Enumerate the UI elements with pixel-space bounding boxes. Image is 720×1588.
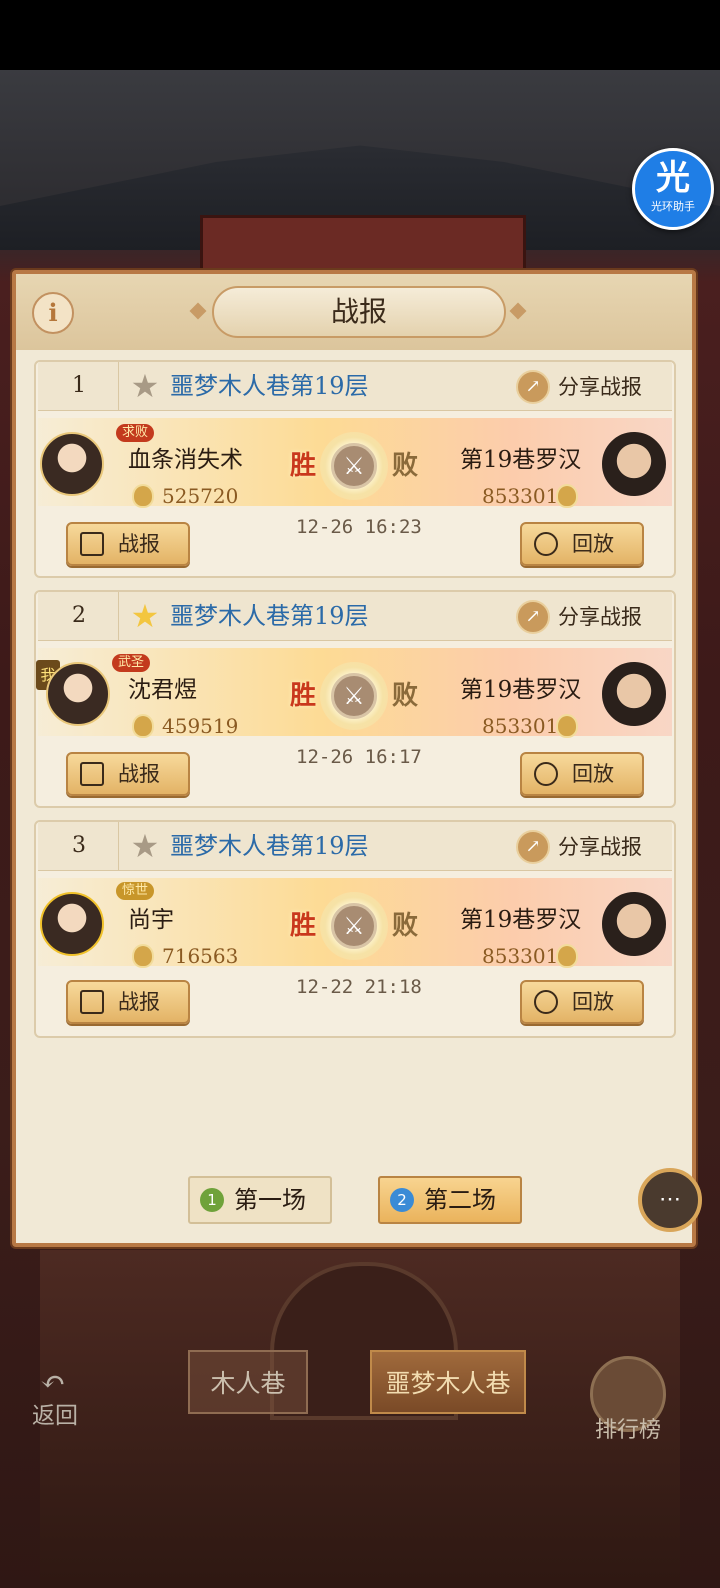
player-power: 716563 [162, 944, 239, 968]
player-avatar[interactable] [40, 892, 104, 956]
crossed-swords-icon: ⚔ [331, 443, 377, 489]
player-avatar[interactable] [46, 662, 110, 726]
status-bar [0, 0, 720, 70]
play-icon [534, 532, 558, 556]
opponent-power: 853301 [482, 944, 559, 968]
round-2-label: 第二场 [424, 1186, 496, 1214]
lose-label: 败 [392, 911, 419, 941]
round-1-label: 第一场 [234, 1186, 306, 1214]
player-name: 血条消失术 [128, 447, 243, 473]
win-label: 胜 [290, 681, 317, 711]
opponent-name: 第19巷罗汉 [460, 447, 582, 473]
star-icon[interactable]: ★ [128, 592, 162, 640]
player-title-badge: 求败 [116, 424, 155, 442]
power-icon [132, 944, 154, 968]
list-icon [80, 762, 104, 786]
share-icon[interactable]: ↗ [516, 830, 550, 864]
win-label: 胜 [290, 451, 317, 481]
helper-app-badge[interactable]: 光 光环助手 [632, 148, 714, 230]
replay-label: 回放 [572, 762, 614, 786]
leaderboard-button[interactable]: 排行榜 [586, 1414, 670, 1448]
player-title-badge: 惊世 [116, 882, 155, 900]
share-icon[interactable]: ↗ [516, 600, 550, 634]
star-icon[interactable]: ★ [128, 362, 162, 410]
round-2-number: 2 [390, 1188, 414, 1212]
list-icon [80, 532, 104, 556]
stage-title: 噩梦木人巷第19层 [170, 372, 369, 400]
player-name: 沈君煜 [128, 677, 197, 703]
lose-label: 败 [392, 451, 419, 481]
tab-muren-lane[interactable]: 木人巷 [188, 1350, 308, 1414]
view-report-label: 战报 [118, 990, 160, 1014]
lose-label: 败 [392, 681, 419, 711]
stage-title: 噩梦木人巷第19层 [170, 602, 369, 630]
player-power: 525720 [162, 484, 239, 508]
back-arrow-icon[interactable]: ↶ [28, 1368, 78, 1398]
tab-nightmare-muren-lane[interactable]: 噩梦木人巷 [370, 1350, 526, 1414]
round-1-number: 1 [200, 1188, 224, 1212]
player-name: 尚宇 [128, 907, 174, 933]
player-avatar[interactable] [40, 432, 104, 496]
battle-time: 12-26 16:23 [296, 516, 422, 538]
play-icon [534, 762, 558, 786]
report-index: 2 [40, 592, 119, 640]
player-power: 459519 [162, 714, 239, 738]
page-title: 战报 [212, 286, 506, 338]
player-title-badge: 武圣 [112, 654, 151, 672]
replay-label: 回放 [572, 532, 614, 556]
replay-label: 回放 [572, 990, 614, 1014]
back-button[interactable]: 返回 [22, 1398, 88, 1434]
opponent-power: 853301 [482, 714, 559, 738]
opponent-name: 第19巷罗汉 [460, 677, 582, 703]
power-icon [556, 484, 578, 508]
power-icon [132, 484, 154, 508]
helper-badge-glyph: 光 [656, 158, 690, 198]
share-report-button[interactable]: 分享战报 [558, 370, 642, 404]
opponent-name: 第19巷罗汉 [460, 907, 582, 933]
battle-time: 12-26 16:17 [296, 746, 422, 768]
star-icon[interactable]: ★ [128, 822, 162, 870]
power-icon [556, 714, 578, 738]
opponent-avatar[interactable] [602, 432, 666, 496]
opponent-avatar[interactable] [602, 662, 666, 726]
power-icon [132, 714, 154, 738]
list-icon [80, 990, 104, 1014]
power-icon [556, 944, 578, 968]
opponent-avatar[interactable] [602, 892, 666, 956]
crossed-swords-icon: ⚔ [331, 673, 377, 719]
share-report-button[interactable]: 分享战报 [558, 830, 642, 864]
info-icon[interactable]: i [32, 292, 74, 334]
battle-time: 12-22 21:18 [296, 976, 422, 998]
report-index: 1 [40, 362, 119, 410]
play-icon [534, 990, 558, 1014]
chat-bubble-icon[interactable]: ⋯ [638, 1168, 702, 1232]
report-index: 3 [40, 822, 119, 870]
share-report-button[interactable]: 分享战报 [558, 600, 642, 634]
win-label: 胜 [290, 911, 317, 941]
view-report-label: 战报 [118, 532, 160, 556]
stage-title: 噩梦木人巷第19层 [170, 832, 369, 860]
view-report-label: 战报 [118, 762, 160, 786]
helper-badge-label: 光环助手 [651, 200, 695, 213]
share-icon[interactable]: ↗ [516, 370, 550, 404]
crossed-swords-icon: ⚔ [331, 903, 377, 949]
opponent-power: 853301 [482, 484, 559, 508]
